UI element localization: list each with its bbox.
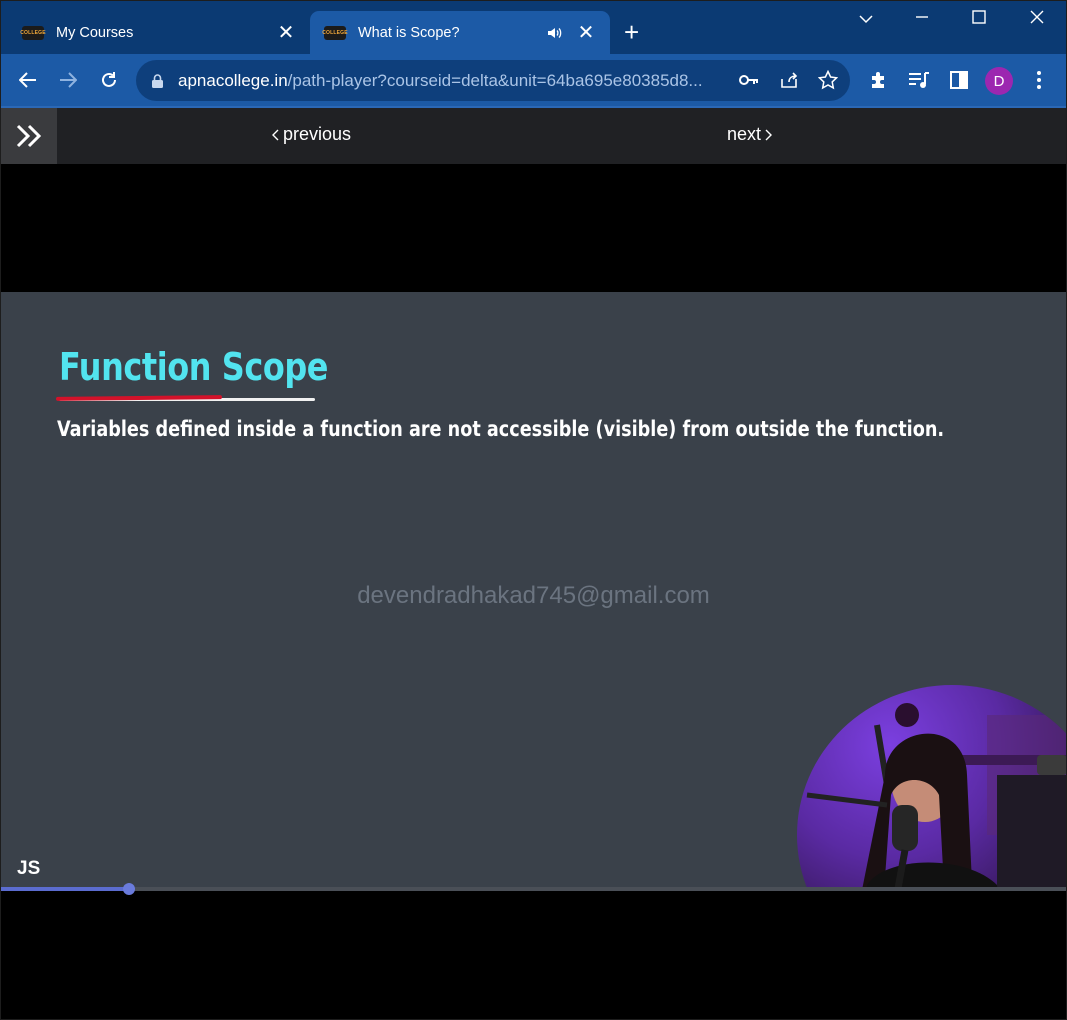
close-window-icon[interactable] — [1017, 8, 1057, 29]
next-button[interactable]: next — [727, 124, 773, 145]
video-progress-handle[interactable] — [123, 883, 135, 895]
back-arrow-icon[interactable] — [15, 67, 41, 93]
media-queue-icon[interactable] — [906, 67, 932, 93]
address-bar[interactable]: apnacollege.in/path-player?courseid=delt… — [136, 60, 850, 101]
previous-button[interactable]: previous — [271, 124, 351, 145]
js-label: JS — [17, 858, 41, 879]
tab-my-courses[interactable]: COLLEGE My Courses ✕ — [8, 11, 310, 54]
lock-icon[interactable] — [152, 73, 163, 93]
apna-college-favicon-icon: COLLEGE — [322, 25, 348, 40]
slide-body-text: Variables defined inside a function are … — [57, 417, 945, 441]
chevron-left-icon — [272, 129, 279, 140]
video-progress-fill — [1, 887, 129, 891]
url-domain: apnacollege.in — [178, 71, 288, 90]
speaker-icon[interactable] — [548, 27, 562, 39]
apna-college-favicon-icon: COLLEGE — [20, 25, 46, 40]
extensions-puzzle-icon[interactable] — [866, 67, 892, 93]
more-menu-icon[interactable] — [1026, 67, 1052, 93]
previous-label: previous — [283, 124, 352, 144]
player-nav-bar: previous next — [1, 108, 1066, 164]
url-text[interactable]: apnacollege.in/path-player?courseid=delt… — [178, 71, 726, 91]
maximize-icon[interactable] — [959, 8, 999, 29]
video-progress-track[interactable] — [1, 887, 1066, 891]
next-label: next — [727, 124, 762, 144]
minimize-icon[interactable] — [902, 8, 942, 29]
tab-title: What is Scope? — [358, 24, 460, 41]
tab-title: My Courses — [56, 24, 134, 41]
new-tab-icon[interactable]: + — [624, 18, 639, 46]
side-panel-icon[interactable] — [946, 67, 972, 93]
email-watermark: devendradhakad745@gmail.com — [357, 582, 710, 609]
chevron-right-icon — [765, 129, 773, 140]
slide-title: Function Scope — [59, 345, 329, 389]
password-key-icon[interactable] — [739, 72, 759, 92]
presenter-webcam-overlay — [797, 685, 1066, 890]
bookmark-star-icon[interactable] — [817, 69, 839, 95]
expand-sidebar-icon[interactable] — [1, 108, 57, 164]
close-tab-icon[interactable]: ✕ — [576, 20, 596, 45]
tab-what-is-scope[interactable]: COLLEGE What is Scope? ✕ — [310, 11, 610, 54]
share-icon[interactable] — [779, 70, 799, 95]
tab-search-chevron-icon[interactable] — [846, 8, 886, 29]
close-tab-icon[interactable]: ✕ — [276, 20, 296, 45]
video-player[interactable]: Function Scope Variables defined inside … — [1, 292, 1066, 890]
reload-icon[interactable] — [96, 67, 122, 93]
url-path: /path-player?courseid=delta&unit=64ba695… — [287, 71, 703, 90]
browser-toolbar: apnacollege.in/path-player?courseid=delt… — [0, 54, 1067, 107]
tab-strip: COLLEGE My Courses ✕ COLLEGE What is Sco… — [0, 0, 1067, 54]
profile-avatar[interactable]: D — [985, 67, 1013, 95]
forward-arrow-icon[interactable] — [55, 67, 81, 93]
